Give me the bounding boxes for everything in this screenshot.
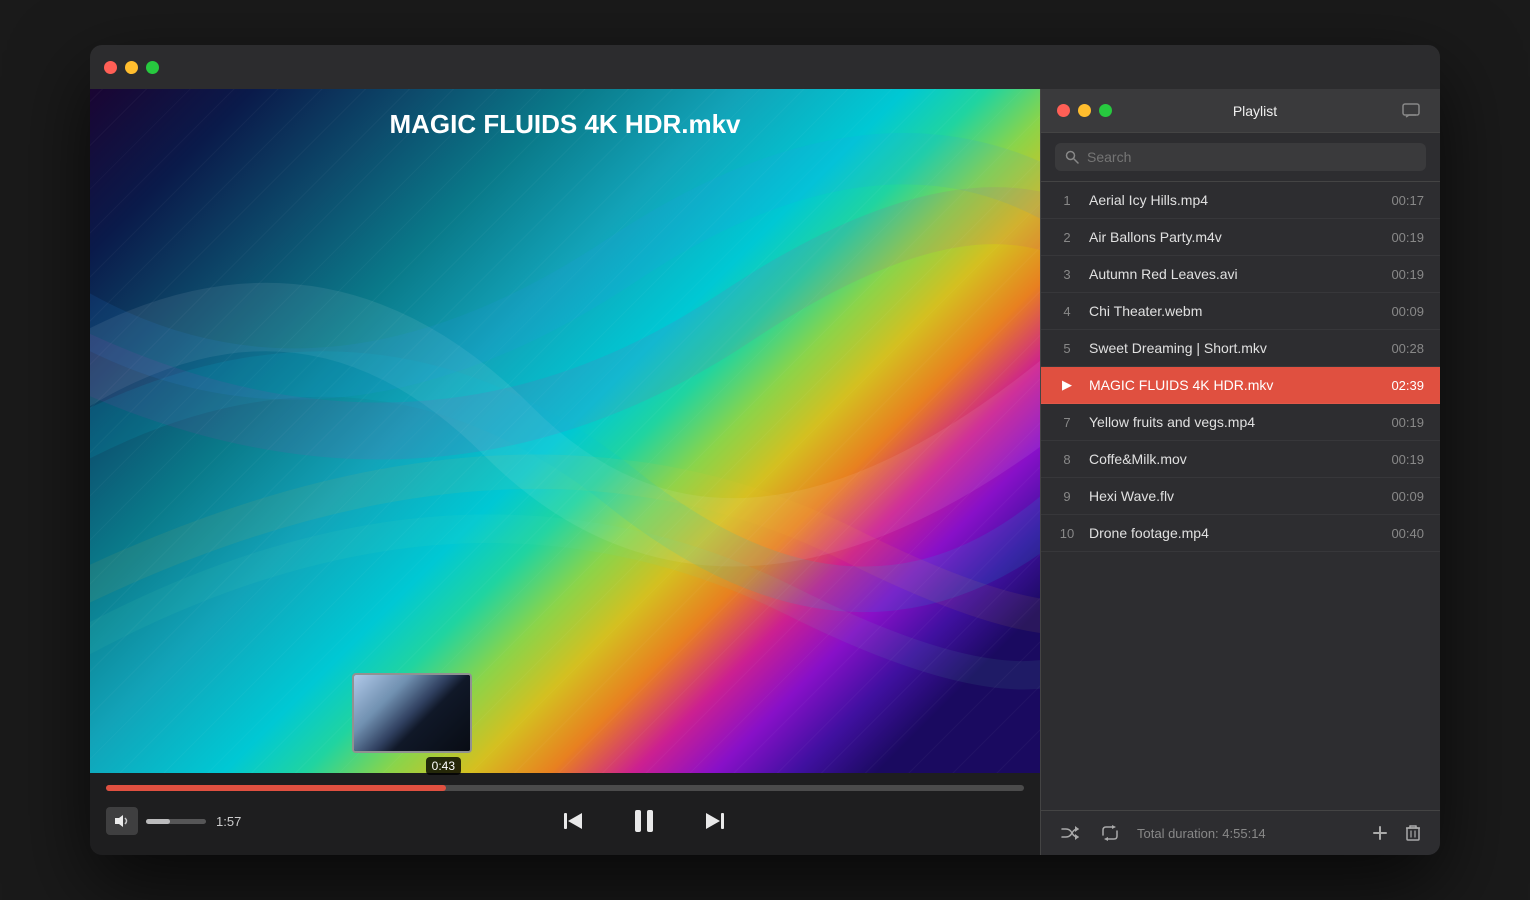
playlist-item[interactable]: 2 Air Ballons Party.m4v 00:19	[1041, 219, 1440, 256]
volume-button[interactable]	[106, 807, 138, 835]
chat-icon	[1402, 103, 1420, 119]
item-duration: 00:09	[1391, 304, 1424, 319]
item-number: ▶	[1057, 377, 1077, 393]
progress-area: 0:43	[106, 785, 1024, 791]
previous-button[interactable]	[554, 801, 594, 841]
item-name: Chi Theater.webm	[1089, 303, 1379, 319]
footer-right	[1368, 821, 1424, 845]
close-button[interactable]	[104, 61, 117, 74]
title-bar	[90, 45, 1440, 89]
item-name: Drone footage.mp4	[1089, 525, 1379, 541]
current-time: 1:57	[216, 814, 254, 829]
controls-row: 1:57	[106, 799, 1024, 843]
total-duration: Total duration: 4:55:14	[1137, 826, 1354, 841]
time-tooltip: 0:43	[426, 757, 461, 775]
repeat-icon	[1101, 825, 1119, 841]
item-duration: 02:39	[1391, 378, 1424, 393]
item-number: 2	[1057, 230, 1077, 245]
minimize-button[interactable]	[125, 61, 138, 74]
playlist-item[interactable]: 7 Yellow fruits and vegs.mp4 00:19	[1041, 404, 1440, 441]
playlist-title: Playlist	[1233, 103, 1277, 119]
shuffle-button[interactable]	[1057, 821, 1083, 845]
item-duration: 00:28	[1391, 341, 1424, 356]
main-content: MAGIC FLUIDS 4K HDR.mkv 0:43	[90, 89, 1440, 855]
playlist-minimize-button[interactable]	[1078, 104, 1091, 117]
seek-preview-thumbnail	[352, 673, 472, 753]
delete-icon	[1406, 825, 1420, 841]
volume-fill	[146, 819, 170, 824]
volume-bar[interactable]	[146, 819, 206, 824]
playlist-item[interactable]: ▶ MAGIC FLUIDS 4K HDR.mkv 02:39	[1041, 367, 1440, 404]
playlist-item[interactable]: 5 Sweet Dreaming | Short.mkv 00:28	[1041, 330, 1440, 367]
playlist-chat-button[interactable]	[1398, 99, 1424, 123]
item-number: 10	[1057, 526, 1077, 541]
playlist-header-left	[1057, 104, 1112, 117]
item-duration: 00:19	[1391, 415, 1424, 430]
search-icon-svg	[1065, 150, 1079, 164]
item-name: Sweet Dreaming | Short.mkv	[1089, 340, 1379, 356]
item-name: Hexi Wave.flv	[1089, 488, 1379, 504]
playlist-list: 1 Aerial Icy Hills.mp4 00:17 2 Air Ballons P…	[1041, 182, 1440, 810]
controls-bar: 0:43	[90, 773, 1040, 855]
shuffle-icon	[1061, 825, 1079, 841]
add-icon	[1372, 825, 1388, 841]
repeat-button[interactable]	[1097, 821, 1123, 845]
playlist-item[interactable]: 4 Chi Theater.webm 00:09	[1041, 293, 1440, 330]
search-bar	[1041, 133, 1440, 182]
playlist-item[interactable]: 9 Hexi Wave.flv 00:09	[1041, 478, 1440, 515]
seek-preview-image	[354, 675, 470, 751]
volume-icon	[114, 814, 130, 828]
playlist-item[interactable]: 1 Aerial Icy Hills.mp4 00:17	[1041, 182, 1440, 219]
video-overlay	[90, 89, 1040, 773]
delete-button[interactable]	[1402, 821, 1424, 845]
item-duration: 00:09	[1391, 489, 1424, 504]
item-number: 4	[1057, 304, 1077, 319]
item-number: 1	[1057, 193, 1077, 208]
playlist-item[interactable]: 3 Autumn Red Leaves.avi 00:19	[1041, 256, 1440, 293]
item-name: Coffe&Milk.mov	[1089, 451, 1379, 467]
add-button[interactable]	[1368, 821, 1392, 845]
item-number: 5	[1057, 341, 1077, 356]
item-number: 9	[1057, 489, 1077, 504]
playlist-item[interactable]: 10 Drone footage.mp4 00:40	[1041, 515, 1440, 552]
next-icon	[700, 807, 728, 835]
item-name: Autumn Red Leaves.avi	[1089, 266, 1379, 282]
item-number: 8	[1057, 452, 1077, 467]
volume-area	[106, 807, 206, 835]
item-name: MAGIC FLUIDS 4K HDR.mkv	[1089, 377, 1379, 393]
video-area: MAGIC FLUIDS 4K HDR.mkv 0:43	[90, 89, 1040, 855]
item-number: 3	[1057, 267, 1077, 282]
pause-button[interactable]	[622, 799, 666, 843]
playlist-panel: Playlist	[1040, 89, 1440, 855]
playlist-close-button[interactable]	[1057, 104, 1070, 117]
item-duration: 00:40	[1391, 526, 1424, 541]
item-duration: 00:19	[1391, 267, 1424, 282]
previous-icon	[560, 807, 588, 835]
pause-icon	[628, 805, 660, 837]
playlist-maximize-button[interactable]	[1099, 104, 1112, 117]
item-number: 7	[1057, 415, 1077, 430]
maximize-button[interactable]	[146, 61, 159, 74]
playlist-item[interactable]: 8 Coffe&Milk.mov 00:19	[1041, 441, 1440, 478]
video-title: MAGIC FLUIDS 4K HDR.mkv	[90, 109, 1040, 140]
next-button[interactable]	[694, 801, 734, 841]
item-name: Air Ballons Party.m4v	[1089, 229, 1379, 245]
item-name: Aerial Icy Hills.mp4	[1089, 192, 1379, 208]
seek-bar[interactable]	[106, 785, 1024, 791]
controls-center	[264, 799, 1024, 843]
search-input[interactable]	[1087, 149, 1416, 165]
item-duration: 00:19	[1391, 230, 1424, 245]
item-duration: 00:19	[1391, 452, 1424, 467]
traffic-lights	[104, 61, 159, 74]
seek-bar-fill	[106, 785, 446, 791]
search-icon	[1065, 150, 1079, 164]
search-input-wrapper	[1055, 143, 1426, 171]
playlist-header: Playlist	[1041, 89, 1440, 133]
item-name: Yellow fruits and vegs.mp4	[1089, 414, 1379, 430]
app-window: MAGIC FLUIDS 4K HDR.mkv 0:43	[90, 45, 1440, 855]
playlist-footer: Total duration: 4:55:14	[1041, 810, 1440, 855]
video-display[interactable]: MAGIC FLUIDS 4K HDR.mkv	[90, 89, 1040, 773]
item-duration: 00:17	[1391, 193, 1424, 208]
